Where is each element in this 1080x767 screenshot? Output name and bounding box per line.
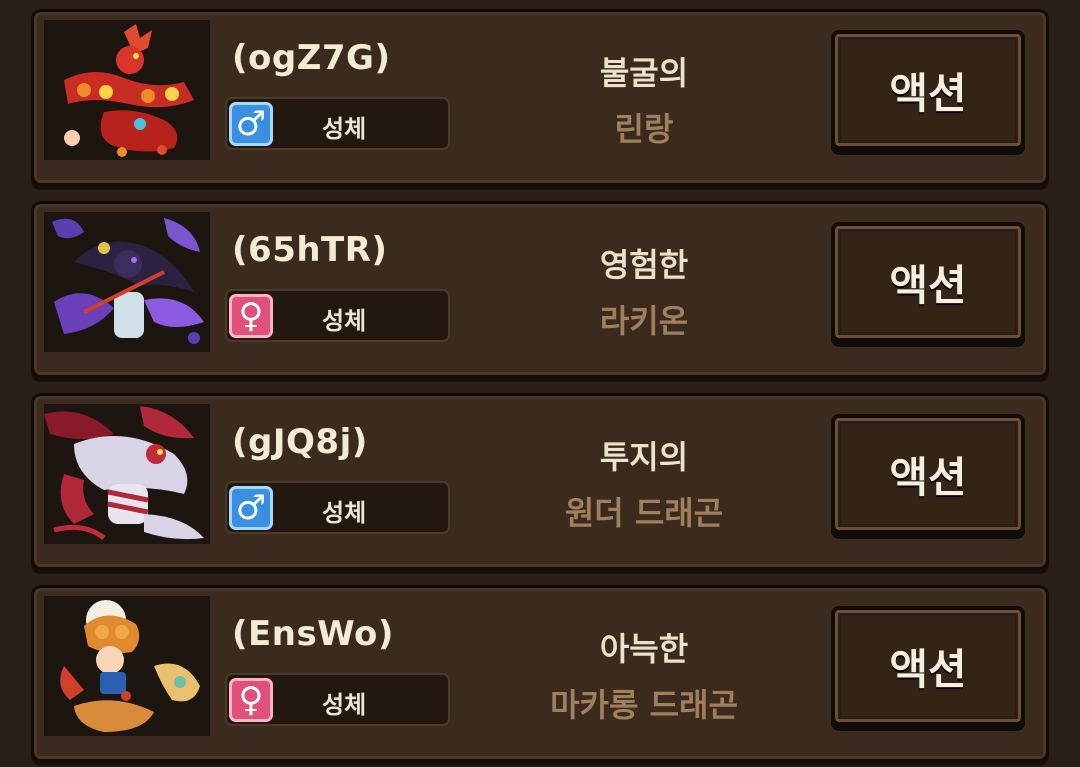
action-button-label: 액션 bbox=[889, 260, 967, 310]
dragon-title-prefix: 아늑한 bbox=[599, 630, 689, 668]
dragon-title-prefix: 불굴의 bbox=[599, 54, 689, 92]
mystic-dragon-sprite bbox=[44, 212, 210, 352]
dragon-species: 라키온 bbox=[599, 302, 689, 340]
action-button[interactable]: 액션 bbox=[831, 30, 1025, 150]
fire-dragon-sprite bbox=[44, 20, 210, 160]
male-icon: ♂ bbox=[229, 486, 273, 530]
dragon-name: (65hTR) bbox=[232, 230, 388, 270]
dragon-portrait[interactable] bbox=[44, 20, 210, 160]
dragon-portrait[interactable] bbox=[44, 596, 210, 736]
dragon-card: (gJQ8j) ♂ 성체 투지의 원더 드래곤 액션 bbox=[31, 393, 1049, 570]
gender-stage-badge: ♂ 성체 bbox=[225, 97, 450, 150]
female-icon: ♀ bbox=[229, 294, 273, 338]
dragon-card: (EnsWo) ♀ 성체 아늑한 마카롱 드래곤 액션 bbox=[31, 585, 1049, 762]
action-button-label: 액션 bbox=[889, 68, 967, 118]
growth-stage-label: 성체 bbox=[322, 115, 367, 143]
dragon-title-prefix: 투지의 bbox=[599, 438, 689, 476]
gender-stage-badge: ♂ 성체 bbox=[225, 481, 450, 534]
dragon-name: (ogZ7G) bbox=[232, 38, 391, 78]
gender-stage-badge: ♀ 성체 bbox=[225, 289, 450, 342]
dragon-card: (ogZ7G) ♂ 성체 불굴의 린랑 액션 bbox=[31, 9, 1049, 186]
dragon-portrait[interactable] bbox=[44, 212, 210, 352]
dragon-species: 린랑 bbox=[614, 110, 674, 148]
action-button-label: 액션 bbox=[889, 452, 967, 502]
dragon-species: 원더 드래곤 bbox=[564, 494, 724, 532]
dragon-list: (ogZ7G) ♂ 성체 불굴의 린랑 액션 (65hTR) ♀ 성체 영험한 … bbox=[0, 0, 1080, 767]
female-icon: ♀ bbox=[229, 678, 273, 722]
action-button[interactable]: 액션 bbox=[831, 222, 1025, 342]
dragon-title-prefix: 영험한 bbox=[599, 246, 689, 284]
dragon-name: (gJQ8j) bbox=[232, 422, 368, 462]
gender-stage-badge: ♀ 성체 bbox=[225, 673, 450, 726]
dragon-portrait[interactable] bbox=[44, 404, 210, 544]
action-button-label: 액션 bbox=[889, 644, 967, 694]
dragon-name: (EnsWo) bbox=[232, 614, 394, 654]
dragon-card: (65hTR) ♀ 성체 영험한 라키온 액션 bbox=[31, 201, 1049, 378]
wonder-dragon-sprite bbox=[44, 404, 210, 544]
action-button[interactable]: 액션 bbox=[831, 414, 1025, 534]
action-button[interactable]: 액션 bbox=[831, 606, 1025, 726]
growth-stage-label: 성체 bbox=[322, 499, 367, 527]
macaron-dragon-sprite bbox=[44, 596, 210, 736]
male-icon: ♂ bbox=[229, 102, 273, 146]
dragon-species: 마카롱 드래곤 bbox=[550, 686, 738, 724]
growth-stage-label: 성체 bbox=[322, 691, 367, 719]
growth-stage-label: 성체 bbox=[322, 307, 367, 335]
